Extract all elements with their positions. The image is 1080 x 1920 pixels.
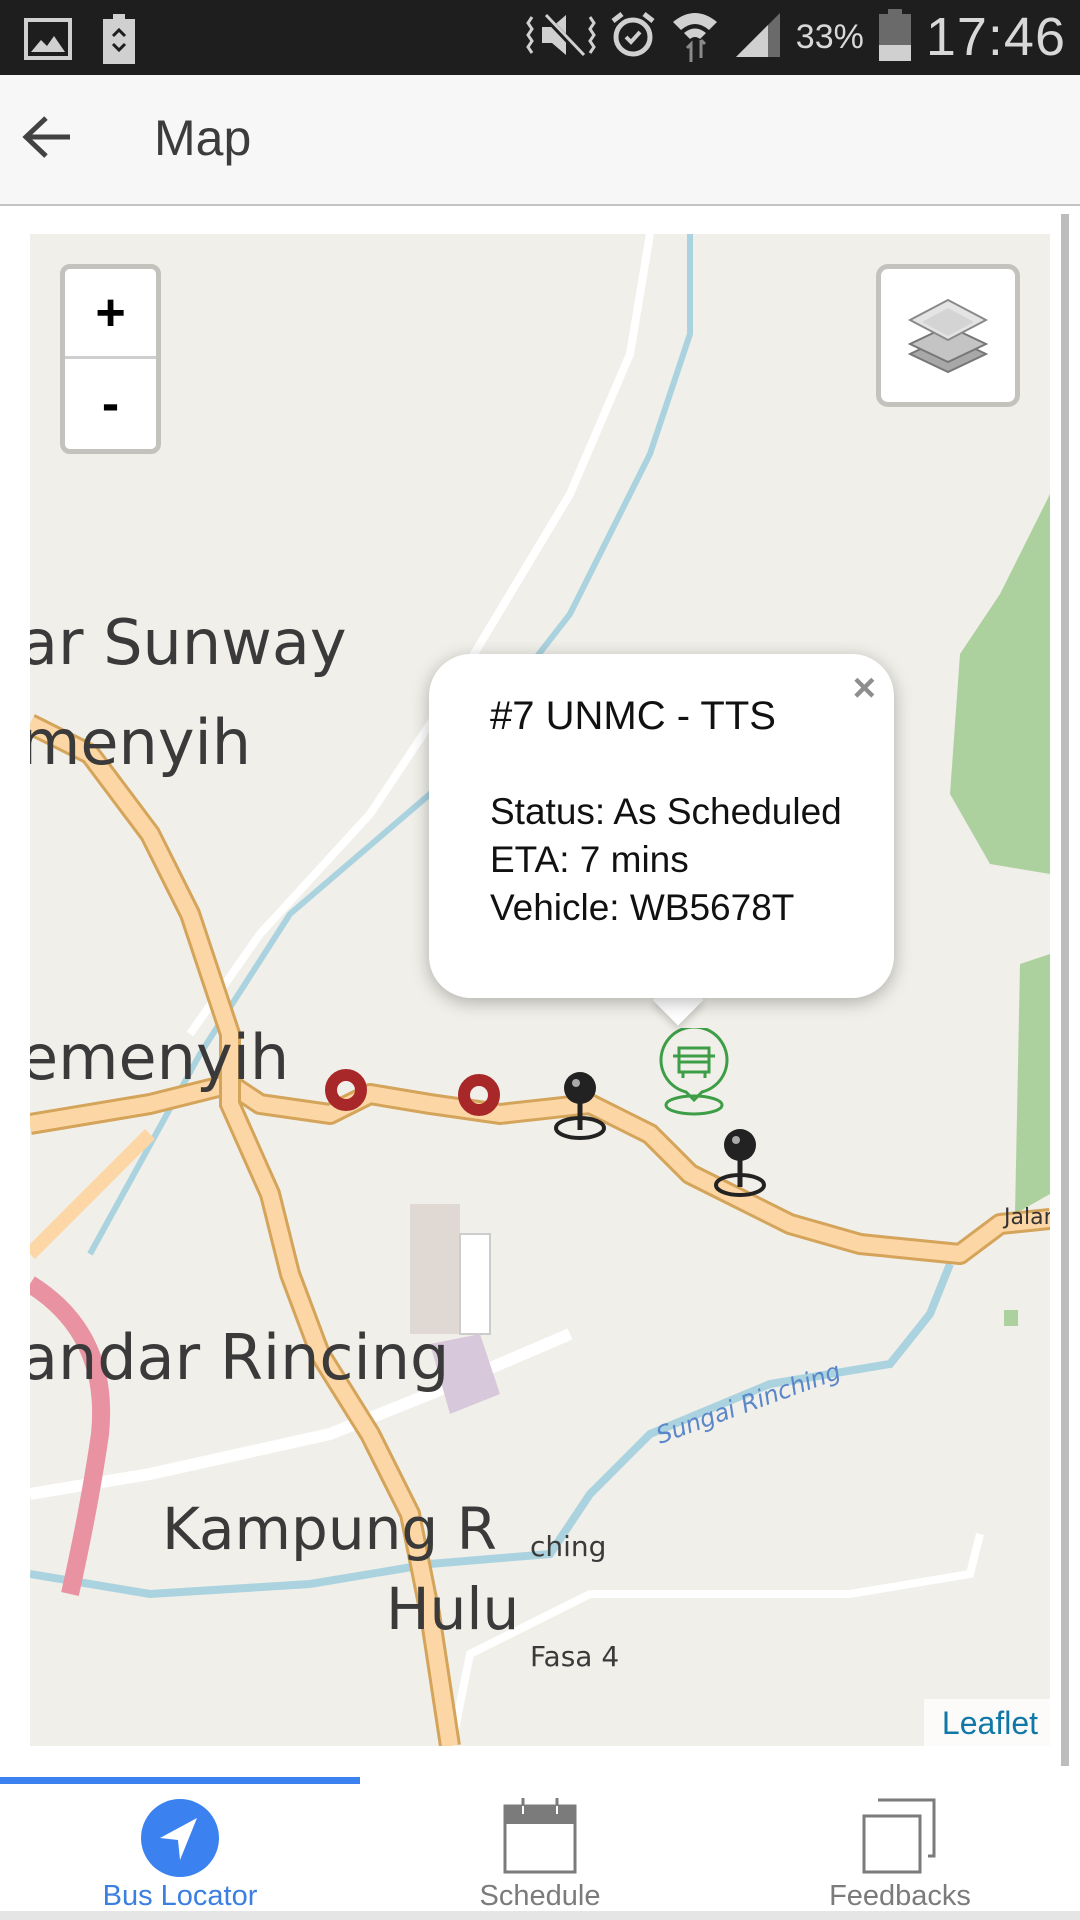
nav-tab-feedbacks[interactable]: Feedbacks: [720, 1784, 1080, 1920]
mute-vibrate-icon: [525, 11, 596, 64]
nav-label: Feedbacks: [829, 1880, 971, 1912]
map-label-hulu: Hulu: [386, 1575, 519, 1643]
layers-icon: [907, 298, 989, 373]
bottom-navigation: Bus Locator Schedule Feedbacks: [0, 1766, 1080, 1920]
map-label-rincing: andar Rincing: [30, 1321, 449, 1394]
battery-percent: 33%: [795, 17, 864, 56]
back-button[interactable]: [18, 107, 78, 167]
page-title: Map: [154, 110, 252, 166]
wifi-icon: [670, 8, 720, 67]
calendar-icon: [503, 1798, 577, 1874]
map-label-sunway: ar Sunway: [30, 606, 347, 679]
zoom-out-button[interactable]: -: [65, 359, 156, 449]
nav-label: Bus Locator: [102, 1880, 258, 1912]
map-label-semenyih-2: emenyih: [30, 1021, 289, 1094]
bus-stop-marker[interactable]: [323, 1067, 369, 1113]
clock: 17:46: [925, 7, 1066, 67]
map-label-kampung-2: ching: [530, 1530, 606, 1563]
map-label-kampung: Kampung R: [162, 1495, 497, 1563]
battery-saver-icon: [102, 14, 136, 69]
popup-close-button[interactable]: ×: [853, 668, 876, 708]
status-bar: 33% 17:46: [0, 0, 1080, 75]
battery-icon: [878, 8, 912, 66]
system-nav-strip: [0, 1911, 1080, 1920]
map-label-road: Jalan: [1002, 1205, 1050, 1230]
scrollbar[interactable]: [1061, 214, 1069, 1766]
popup-route-title: #7 UNMC - TTS: [490, 694, 776, 738]
map-view[interactable]: ar Sunway menyih emenyih andar Rincing K…: [30, 234, 1050, 1746]
zoom-in-button[interactable]: +: [65, 269, 156, 359]
leaflet-attribution-link[interactable]: Leaflet: [923, 1699, 1050, 1746]
nav-label: Schedule: [479, 1880, 601, 1912]
map-label-semenyih-1: menyih: [30, 706, 251, 779]
nav-tab-bus-locator[interactable]: Bus Locator: [0, 1784, 360, 1920]
location-pin-marker[interactable]: [710, 1127, 770, 1199]
popup-vehicle: Vehicle: WB5678T: [490, 887, 795, 928]
popup-status: Status: As Scheduled: [490, 791, 842, 832]
location-pin-marker[interactable]: [550, 1070, 610, 1142]
gallery-icon: [24, 18, 72, 65]
map-label-fasa4: Fasa 4: [530, 1640, 619, 1673]
popup-eta: ETA: 7 mins: [490, 839, 689, 880]
layers-button[interactable]: [876, 264, 1020, 407]
arrow-left-icon: [22, 116, 70, 158]
bus-info-popup: × #7 UNMC - TTS Status: As Scheduled ETA…: [429, 654, 894, 998]
bus-marker[interactable]: [658, 1028, 730, 1118]
bus-stop-marker[interactable]: [456, 1072, 502, 1118]
zoom-control: + -: [60, 264, 161, 454]
nav-tab-schedule[interactable]: Schedule: [360, 1784, 720, 1920]
app-bar: Map: [0, 75, 1080, 206]
signal-icon: [734, 11, 782, 64]
navigation-arrow-icon: [141, 1799, 219, 1877]
copy-pages-icon: [862, 1798, 936, 1874]
active-tab-indicator: [0, 1777, 360, 1784]
alarm-icon: [610, 11, 656, 64]
